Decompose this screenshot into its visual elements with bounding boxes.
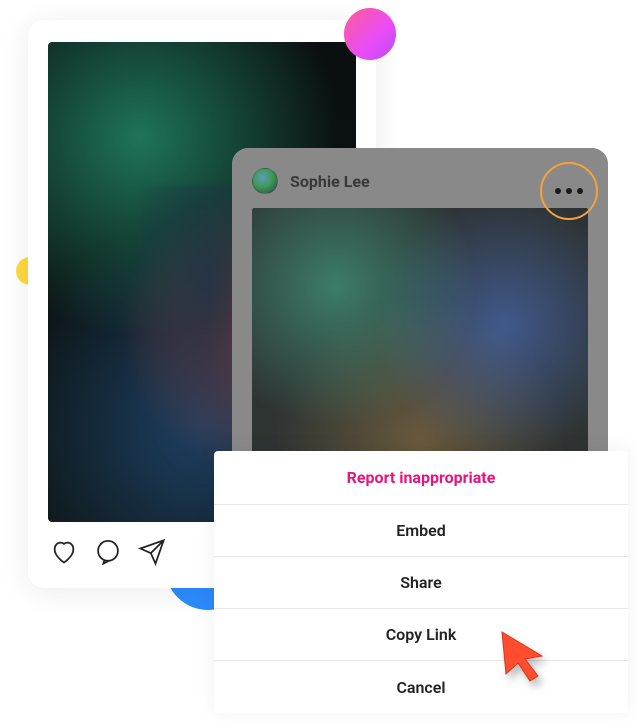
comment-icon[interactable] [94, 538, 122, 570]
cursor-icon [498, 628, 548, 683]
post-image[interactable] [252, 208, 588, 468]
sheet-item-share[interactable]: Share [214, 557, 628, 609]
sheet-item-embed[interactable]: Embed [214, 505, 628, 557]
avatar[interactable] [252, 168, 278, 194]
sheet-item-cancel[interactable]: Cancel [214, 661, 628, 713]
sheet-item-copy-link[interactable]: Copy Link [214, 609, 628, 661]
more-options-button[interactable] [540, 162, 598, 220]
send-icon[interactable] [138, 538, 166, 570]
post-card-front: Sophie Lee [232, 148, 608, 468]
username-label[interactable]: Sophie Lee [290, 172, 370, 191]
action-sheet: Report inappropriate Embed Share Copy Li… [214, 451, 628, 713]
sheet-item-report[interactable]: Report inappropriate [214, 451, 628, 505]
more-icon [555, 188, 583, 194]
decorative-circle-gradient [344, 8, 396, 60]
heart-icon[interactable] [50, 538, 78, 570]
